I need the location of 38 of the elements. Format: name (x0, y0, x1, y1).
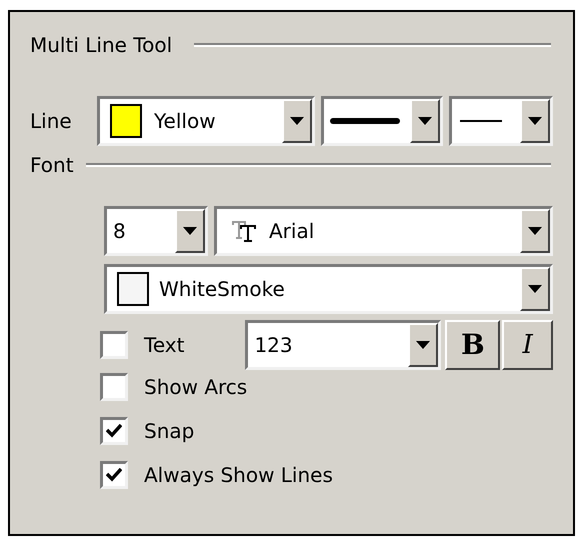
checkbox[interactable] (100, 417, 128, 445)
checkbox-label: Snap (144, 418, 194, 445)
truetype-font-icon (231, 219, 257, 243)
bold-button[interactable]: B (445, 320, 500, 370)
dropdown-button[interactable] (520, 267, 550, 311)
dropdown-button[interactable] (520, 209, 550, 253)
checkbox[interactable] (100, 461, 128, 489)
caret-icon (183, 227, 197, 235)
font-color-dropdown[interactable]: WhiteSmoke (104, 264, 553, 314)
thin-line-icon (460, 119, 502, 123)
checkmark-icon (106, 424, 122, 438)
checkbox[interactable] (100, 373, 128, 401)
caret-icon (416, 341, 430, 349)
line-width-dropdown[interactable] (321, 96, 443, 146)
text-dropdown[interactable]: 123 (245, 320, 442, 370)
italic-button[interactable]: I (502, 320, 553, 370)
line-label: Line (30, 108, 73, 135)
section-title: Multi Line Tool (30, 32, 172, 59)
caret-icon (528, 117, 542, 125)
line-style-dropdown[interactable] (449, 96, 553, 146)
checkbox-label: Text (144, 332, 186, 359)
caret-icon (528, 227, 542, 235)
checkbox-label: Always Show Lines (144, 462, 333, 489)
checkbox-label: Show Arcs (144, 374, 248, 401)
dropdown-button[interactable] (520, 99, 550, 143)
caret-icon (290, 117, 304, 125)
font-label: Font (30, 152, 74, 179)
caret-icon (528, 285, 542, 293)
font-size-dropdown[interactable]: 8 (104, 206, 208, 256)
dropdown-button[interactable] (410, 99, 440, 143)
line-color-dropdown[interactable]: Yellow (97, 96, 315, 146)
dropdown-button[interactable] (282, 99, 312, 143)
checkmark-icon (106, 468, 122, 482)
checkbox[interactable] (100, 331, 128, 359)
dropdown-button[interactable] (408, 323, 438, 367)
caret-icon (418, 117, 432, 125)
font-family-dropdown[interactable]: Arial (214, 206, 553, 256)
dropdown-button[interactable] (175, 209, 205, 253)
